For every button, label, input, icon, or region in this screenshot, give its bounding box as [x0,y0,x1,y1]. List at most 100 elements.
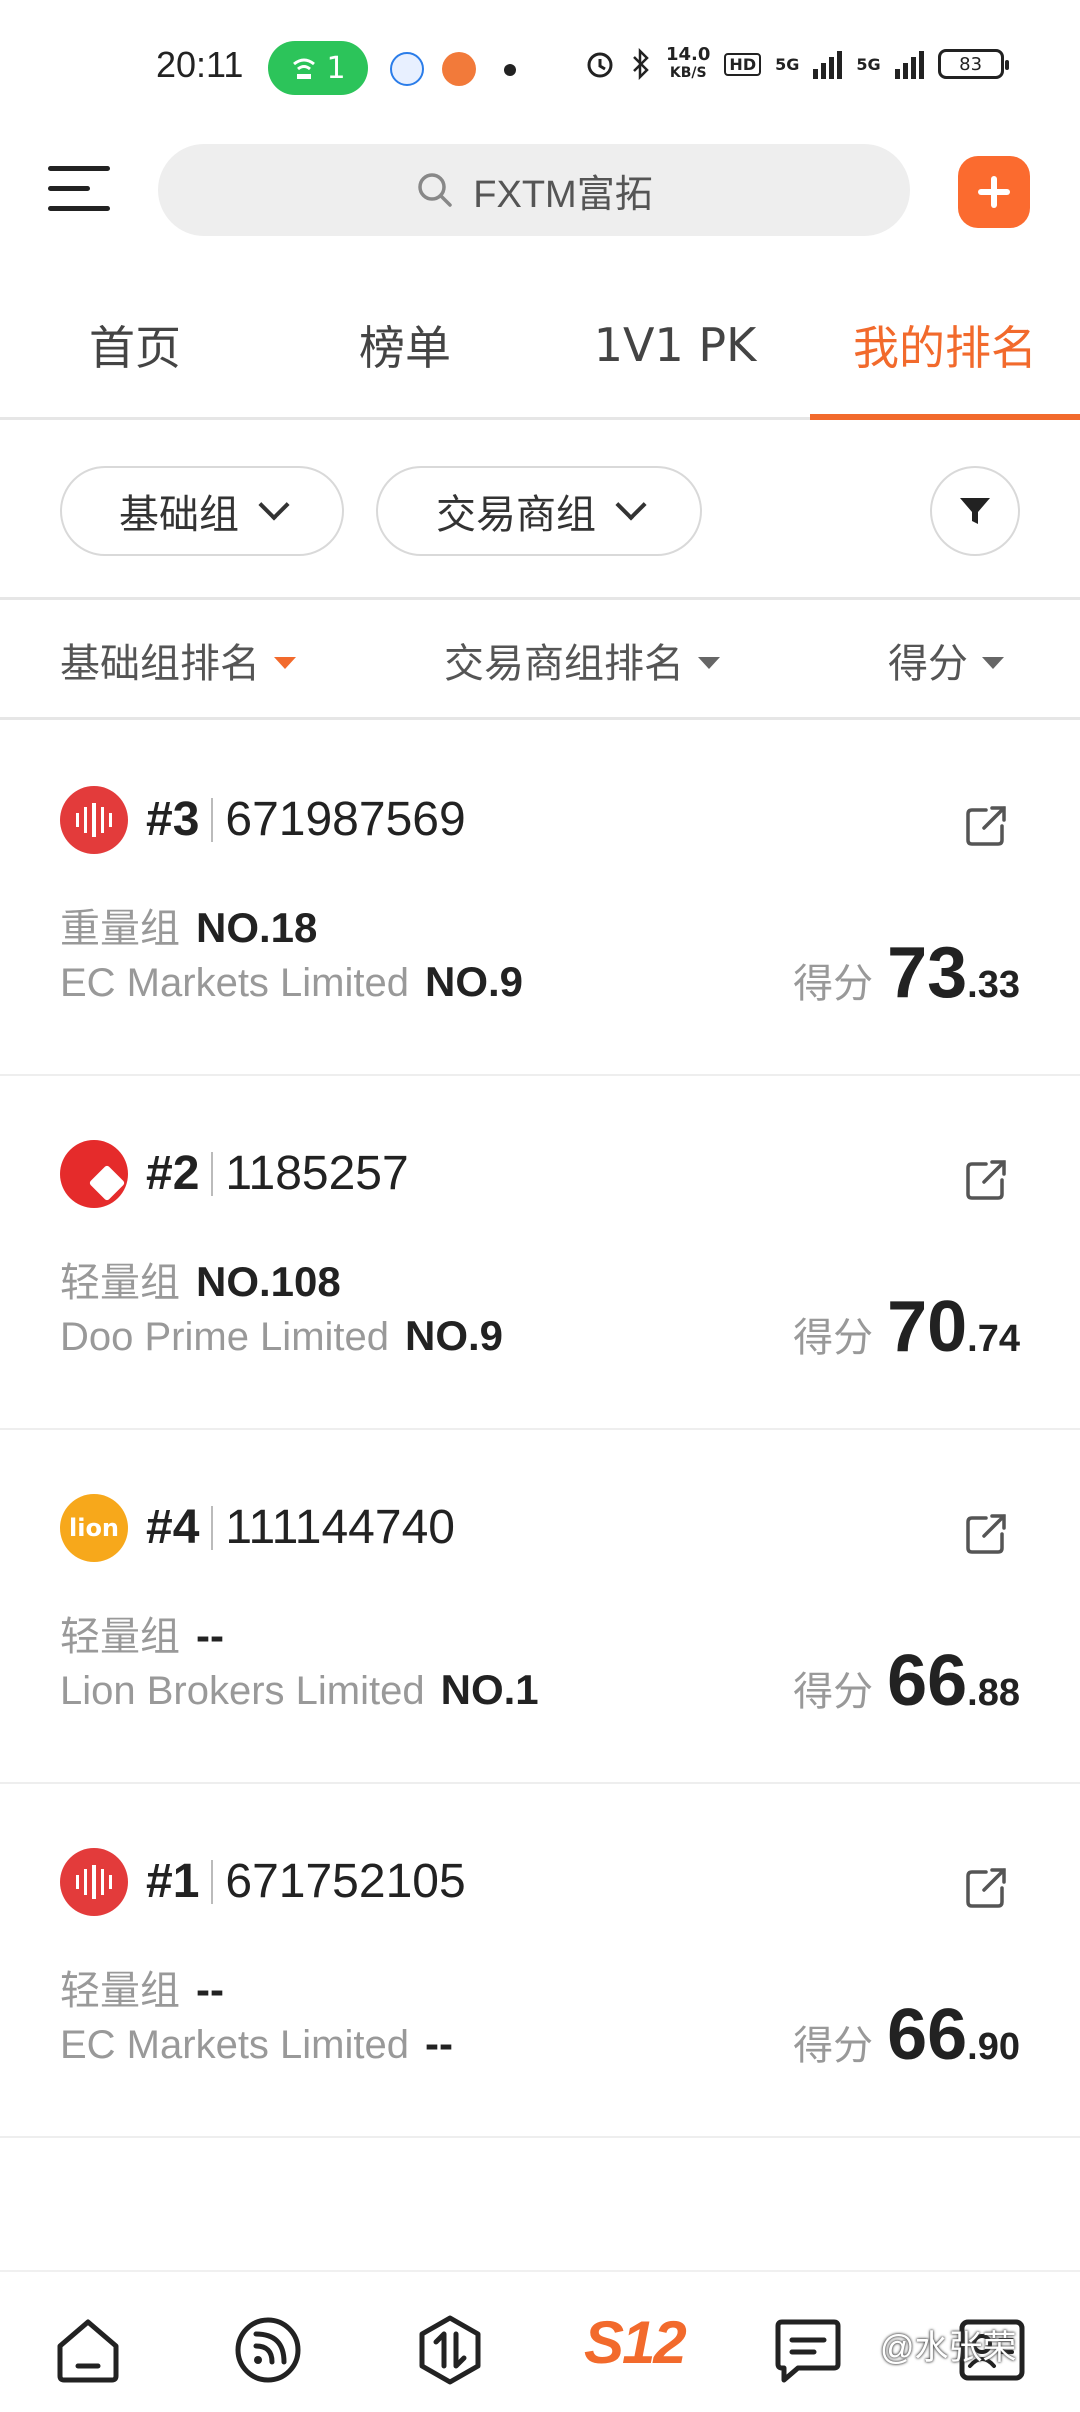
sort-desc-icon [274,657,296,669]
menu-button[interactable] [48,160,110,216]
share-icon[interactable] [964,1158,1008,1202]
ec-markets-logo [60,786,128,854]
sort-broker-rank-label: 交易商组排名 [444,641,684,687]
filter-button[interactable] [930,466,1020,556]
score: 得分 73.33 [793,932,1020,1014]
account-number: 111144740 [225,1501,455,1554]
ranking-card[interactable]: #2 1185257 轻量组 NO.108 Doo Prime Limited NO.… [0,1076,1080,1430]
browser-app-icon [390,52,424,86]
sort-bar: 基础组排名 交易商组排名 得分 [0,600,1080,720]
account-number: 1185257 [225,1147,409,1200]
score-label: 得分 [793,2023,874,2069]
bluetooth-icon [633,48,649,80]
group-rank-row: 重量组 NO.18 [60,896,317,954]
trade-icon[interactable] [412,2312,488,2388]
group-rank: NO.18 [196,904,318,951]
add-button[interactable] [958,156,1030,228]
doo-prime-logo [60,1140,128,1208]
broker-group-filter-dropdown[interactable]: 交易商组 [376,466,702,556]
rank-number: #4 [146,1501,200,1554]
alarm-icon [587,52,613,78]
broker-rank-row: Lion Brokers Limited NO.1 [60,1666,539,1714]
signal-2-icon [894,49,924,79]
broker-name: Lion Brokers Limited [60,1669,425,1713]
tab-1v1-pk[interactable]: 1V1 PK [540,270,810,420]
status-time: 20:11 [156,44,244,85]
group-rank-row: 轻量组 -- [60,1958,224,2016]
score-label: 得分 [793,1315,874,1361]
chevron-down-icon [615,489,647,521]
tab-home[interactable]: 首页 [0,270,270,420]
sort-desc-icon [698,657,720,669]
score-integer: 66 [887,1995,968,2075]
sort-broker-rank[interactable]: 交易商组排名 [444,600,720,720]
watermark: @水张荣 [880,2329,1017,2367]
tab-my-ranking[interactable]: 我的排名 [810,270,1080,420]
broker-rank: NO.9 [405,1312,504,1359]
group-filter-dropdown[interactable]: 基础组 [60,466,344,556]
menu-icon [48,166,110,171]
hotspot-indicator: 1 [268,41,368,95]
score-integer: 73 [887,933,968,1013]
share-icon[interactable] [964,804,1008,848]
rank-number: #3 [146,793,200,846]
share-icon[interactable] [964,1512,1008,1556]
search-placeholder: FXTM富拓 [473,173,653,216]
network-1-label: 5G [775,54,800,74]
group-label: 轻量组 [60,1969,180,2013]
home-icon[interactable] [50,2312,126,2388]
messages-icon[interactable] [770,2312,846,2388]
score-decimal: .74 [967,1318,1020,1360]
card-title: #3 671987569 [146,792,466,847]
broker-name: EC Markets Limited [60,961,409,1005]
battery-indicator: 83 [937,49,1009,79]
chevron-down-icon [258,489,290,521]
ranking-card[interactable]: #3 671987569 重量组 NO.18 EC Markets Limited N… [0,722,1080,1076]
group-label: 轻量组 [60,1261,180,1305]
broker-rank-row: EC Markets Limited NO.9 [60,958,523,1006]
group-filter-label: 基础组 [119,492,239,538]
status-right: 14.0 KB/S HD 5G 5G 83 [584,46,1009,82]
sort-basic-rank[interactable]: 基础组排名 [60,600,296,720]
lion-brokers-logo: lion [60,1494,128,1562]
top-tabs: 首页 榜单 1V1 PK 我的排名 [0,270,1080,420]
rank-number: #1 [146,1855,200,1908]
score-decimal: .88 [967,1672,1020,1714]
search-bar[interactable]: FXTM富拓 [158,144,910,236]
hotspot-count: 1 [326,50,346,86]
sort-score-label: 得分 [888,641,968,687]
status-bar: 20:11 1 14.0 KB/S HD 5G 5G 83 [0,0,1080,140]
score: 得分 66.88 [793,1640,1020,1722]
card-title: #2 1185257 [146,1146,409,1201]
sort-score[interactable]: 得分 [888,600,1004,720]
broker-rank: NO.9 [424,958,524,1005]
sort-basic-rank-label: 基础组排名 [60,641,260,687]
card-title: #4 111144740 [146,1500,455,1555]
group-rank-row: 轻量组 NO.108 [60,1250,341,1308]
group-rank: NO.108 [196,1258,341,1305]
account-number: 671752105 [225,1855,466,1908]
score-integer: 70 [887,1287,968,1367]
bottom-nav: S12 @水张荣 [0,2270,1080,2412]
group-label: 重量组 [60,907,180,951]
broker-group-filter-label: 交易商组 [436,492,596,538]
score: 得分 70.74 [793,1286,1020,1368]
ranking-card[interactable]: lion #4 111144740 轻量组 -- Lion Brokers Limi… [0,1430,1080,1784]
tab-leaderboard[interactable]: 榜单 [270,270,540,420]
search-icon [418,173,453,207]
group-rank: -- [196,1966,224,2013]
filter-bar: 基础组 交易商组 [0,420,1080,600]
feed-icon[interactable] [230,2312,306,2388]
group-label: 轻量组 [60,1615,180,1659]
rank-number: #2 [146,1147,200,1200]
score-label: 得分 [793,961,874,1007]
s12-contest-tab[interactable]: S12 [584,2308,687,2377]
share-icon[interactable] [964,1866,1008,1910]
funnel-icon [960,498,990,524]
broker-rank-row: EC Markets Limited -- [60,2020,453,2068]
broker-rank: NO.1 [440,1666,539,1713]
signal-1-icon [813,49,843,79]
ranking-card[interactable]: #1 671752105 轻量组 -- EC Markets Limited -- 得… [0,1784,1080,2138]
card-title: #1 671752105 [146,1854,466,1909]
ec-markets-logo [60,1848,128,1916]
